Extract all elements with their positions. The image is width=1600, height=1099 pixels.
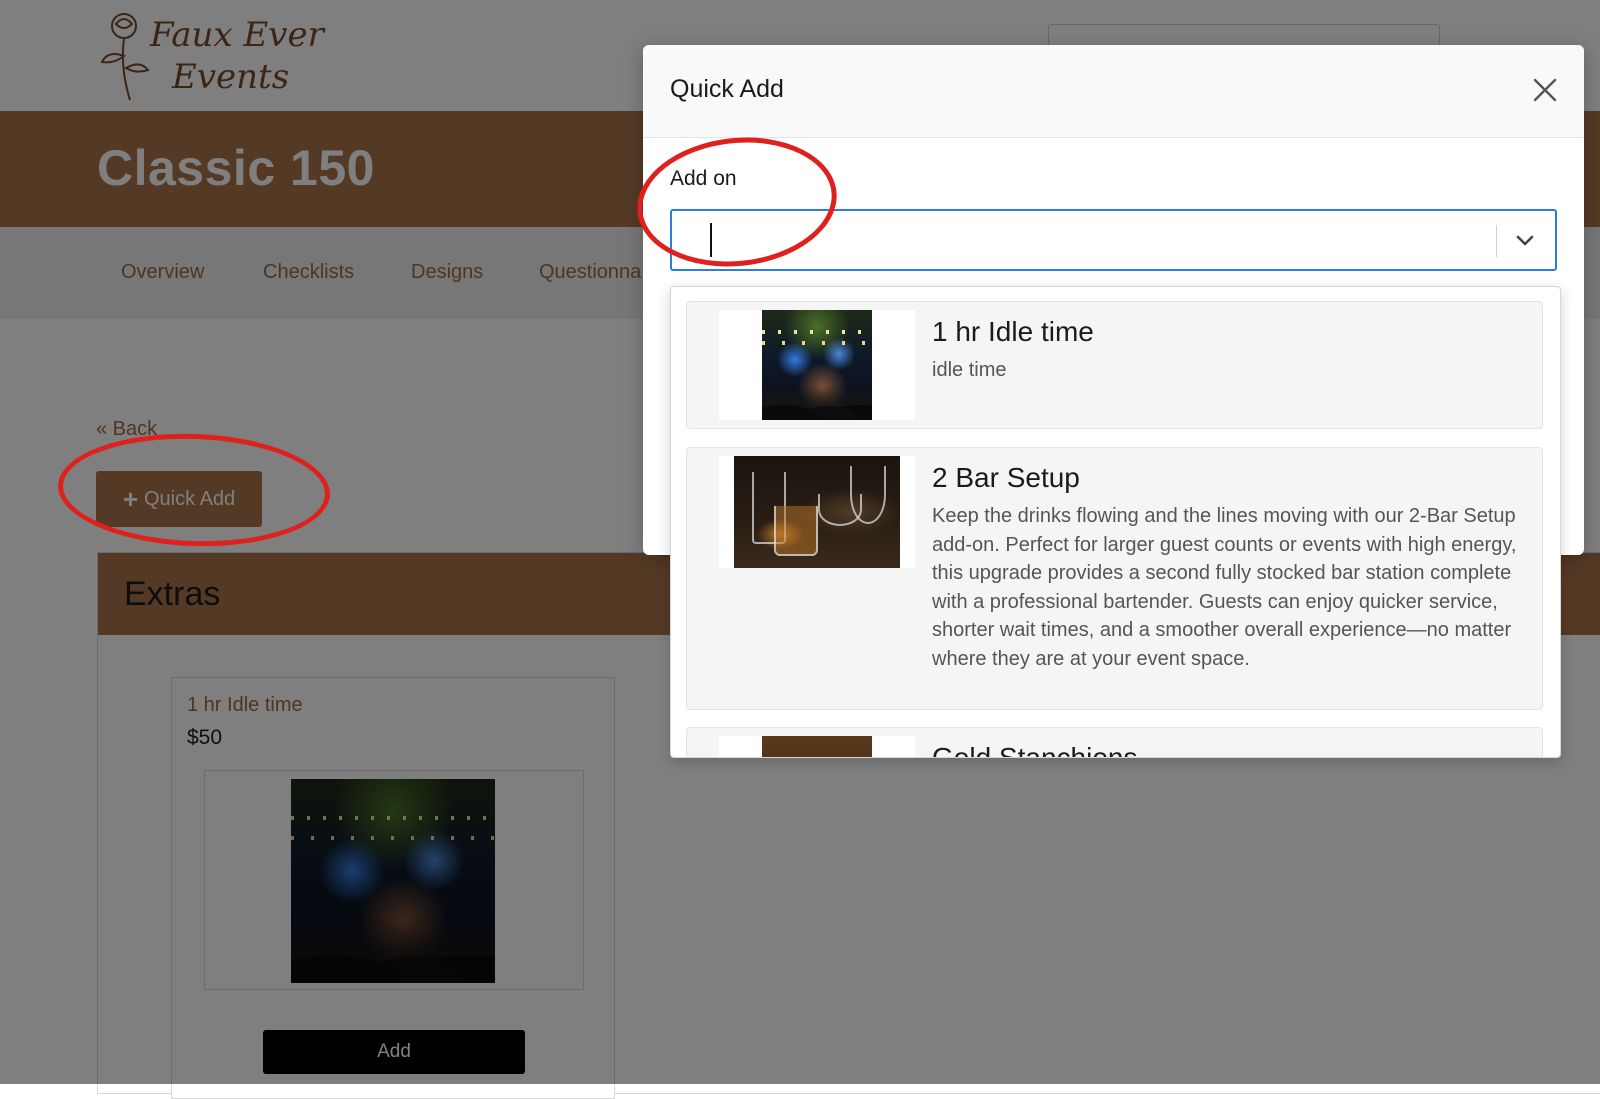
option-title: Gold Stanchions bbox=[932, 742, 1138, 758]
option-thumbnail bbox=[719, 736, 915, 757]
stanchions-image bbox=[762, 736, 872, 757]
option-description: Keep the drinks flowing and the lines mo… bbox=[932, 505, 1517, 670]
glassware-image bbox=[734, 456, 900, 568]
option-title: 2 Bar Setup bbox=[932, 462, 1080, 493]
option-item[interactable]: 2 Bar Setup Keep the drinks flowing and … bbox=[686, 447, 1543, 710]
modal-title: Quick Add bbox=[670, 75, 784, 103]
modal-header: Quick Add bbox=[643, 45, 1584, 138]
close-button[interactable] bbox=[1528, 73, 1562, 107]
add-on-label: Add on bbox=[670, 167, 737, 190]
band-performance-image bbox=[762, 310, 872, 420]
option-thumbnail bbox=[719, 310, 915, 420]
text-cursor bbox=[710, 223, 712, 257]
chevron-down-icon bbox=[1516, 235, 1534, 246]
add-on-select[interactable] bbox=[670, 209, 1557, 271]
close-icon bbox=[1533, 78, 1557, 102]
option-item[interactable]: 1 hr Idle time idle time bbox=[686, 301, 1543, 429]
add-on-search-input[interactable] bbox=[708, 223, 1472, 259]
option-thumbnail bbox=[719, 456, 915, 568]
option-description: idle time bbox=[932, 359, 1007, 381]
add-on-options-list[interactable]: 1 hr Idle time idle time 2 Bar Setup Kee… bbox=[670, 286, 1561, 758]
option-item[interactable]: Gold Stanchions bbox=[686, 727, 1543, 758]
select-separator bbox=[1496, 225, 1497, 257]
dropdown-toggle[interactable] bbox=[1509, 225, 1541, 257]
option-title: 1 hr Idle time bbox=[932, 316, 1094, 347]
